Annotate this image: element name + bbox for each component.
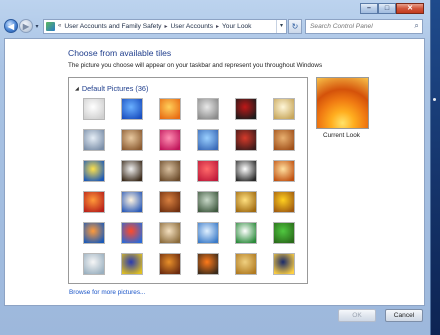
breadcrumb-separator[interactable]: ▸ bbox=[216, 23, 219, 30]
cancel-button[interactable]: Cancel bbox=[385, 309, 423, 322]
tile-butterfly[interactable] bbox=[197, 253, 219, 275]
tile-lucky-cat[interactable] bbox=[273, 98, 295, 120]
dialog-footer: OK Cancel bbox=[4, 306, 425, 330]
tile-chess-piece[interactable] bbox=[83, 98, 105, 120]
recent-pages-dropdown[interactable]: ▾ bbox=[33, 23, 41, 30]
content-pane: Choose from available tiles The picture … bbox=[4, 38, 425, 306]
tile-grid bbox=[83, 98, 303, 275]
browse-pictures-link[interactable]: Browse for more pictures... bbox=[69, 289, 145, 296]
tile-dog[interactable] bbox=[121, 160, 143, 182]
close-icon: ✕ bbox=[407, 5, 413, 12]
address-dropdown[interactable]: ▾ bbox=[276, 19, 286, 33]
tile-chameleon[interactable] bbox=[273, 222, 295, 244]
tile-lighthouse[interactable] bbox=[121, 191, 143, 213]
tile-soccer-ball[interactable] bbox=[235, 222, 257, 244]
tile-satellite-dish[interactable] bbox=[83, 129, 105, 151]
tile-origami[interactable] bbox=[83, 191, 105, 213]
refresh-button[interactable]: ↻ bbox=[288, 18, 302, 34]
tile-robot[interactable] bbox=[197, 98, 219, 120]
tile-blue-ball[interactable] bbox=[121, 98, 143, 120]
control-panel-icon bbox=[46, 21, 55, 31]
tile-kaleidoscope[interactable] bbox=[235, 160, 257, 182]
address-bar[interactable]: « User Accounts and Family Safety ▸ User… bbox=[43, 18, 287, 34]
tile-seashells[interactable] bbox=[159, 160, 181, 182]
page-subtitle: The picture you choose will appear on yo… bbox=[68, 62, 323, 69]
breadcrumb-user-accounts-family-safety[interactable]: User Accounts and Family Safety bbox=[64, 23, 161, 30]
arrow-right-icon: ▶ bbox=[22, 21, 30, 31]
group-label: Default Pictures (36) bbox=[81, 84, 149, 93]
caption-buttons: – □ ✕ bbox=[360, 3, 424, 14]
tile-mosaic[interactable] bbox=[159, 253, 181, 275]
tile-yellow-leaf[interactable] bbox=[83, 160, 105, 182]
search-box[interactable]: ⌕ bbox=[305, 18, 423, 34]
group-header[interactable]: ◢ Default Pictures (36) bbox=[75, 84, 148, 93]
maximize-button[interactable]: □ bbox=[378, 3, 396, 14]
maximize-icon: □ bbox=[384, 5, 390, 12]
tile-tea-cup[interactable] bbox=[83, 253, 105, 275]
tile-gold-ornament[interactable] bbox=[235, 191, 257, 213]
close-button[interactable]: ✕ bbox=[396, 3, 424, 14]
tile-toy-robot[interactable] bbox=[197, 191, 219, 213]
search-icon[interactable]: ⌕ bbox=[411, 21, 422, 31]
tile-hot-air-balloon[interactable] bbox=[121, 222, 143, 244]
tile-red-flower[interactable] bbox=[197, 160, 219, 182]
arrow-left-icon: ◀ bbox=[7, 21, 15, 31]
breadcrumb-your-look[interactable]: Your Look bbox=[222, 23, 251, 30]
tile-striped-ball[interactable] bbox=[235, 129, 257, 151]
tile-pink-flower[interactable] bbox=[159, 129, 181, 151]
tile-lantern[interactable] bbox=[273, 253, 295, 275]
tile-kitten[interactable] bbox=[121, 129, 143, 151]
ok-button[interactable]: OK bbox=[338, 309, 376, 322]
desktop-sparkle bbox=[433, 98, 436, 101]
back-button[interactable]: ◀ bbox=[4, 19, 18, 33]
tile-puppy[interactable] bbox=[159, 191, 181, 213]
tile-vinyl-record[interactable] bbox=[235, 98, 257, 120]
tile-window-frame[interactable] bbox=[121, 253, 143, 275]
tile-staircase[interactable] bbox=[273, 160, 295, 182]
breadcrumb-separator[interactable]: ▸ bbox=[164, 23, 167, 30]
tile-orange-starburst[interactable] bbox=[159, 98, 181, 120]
tile-spiral-shell[interactable] bbox=[235, 253, 257, 275]
tile-goldfish[interactable] bbox=[83, 222, 105, 244]
minimize-icon: – bbox=[367, 5, 371, 12]
tile-list[interactable]: ◢ Default Pictures (36) bbox=[68, 77, 308, 284]
control-panel-window: – □ ✕ ◀ ▶ ▾ « User Accounts and Family S… bbox=[0, 0, 431, 335]
refresh-icon: ↻ bbox=[291, 21, 299, 31]
collapse-triangle-icon[interactable]: ◢ bbox=[75, 86, 79, 92]
search-input[interactable] bbox=[310, 22, 412, 30]
tile-sunflower[interactable] bbox=[273, 191, 295, 213]
tile-sailboat[interactable] bbox=[197, 222, 219, 244]
breadcrumb-user-accounts[interactable]: User Accounts bbox=[170, 23, 213, 30]
tile-wood-blocks[interactable] bbox=[273, 129, 295, 151]
address-lead[interactable]: « bbox=[58, 23, 61, 29]
current-look-label: Current Look bbox=[323, 132, 360, 139]
navigation-bar: ◀ ▶ ▾ « User Accounts and Family Safety … bbox=[4, 16, 424, 36]
minimize-button[interactable]: – bbox=[360, 3, 378, 14]
tile-dandelion[interactable] bbox=[197, 129, 219, 151]
page-title: Choose from available tiles bbox=[68, 48, 172, 58]
forward-button[interactable]: ▶ bbox=[19, 19, 33, 33]
tile-guitar-strings[interactable] bbox=[159, 222, 181, 244]
current-look-preview bbox=[316, 77, 369, 129]
